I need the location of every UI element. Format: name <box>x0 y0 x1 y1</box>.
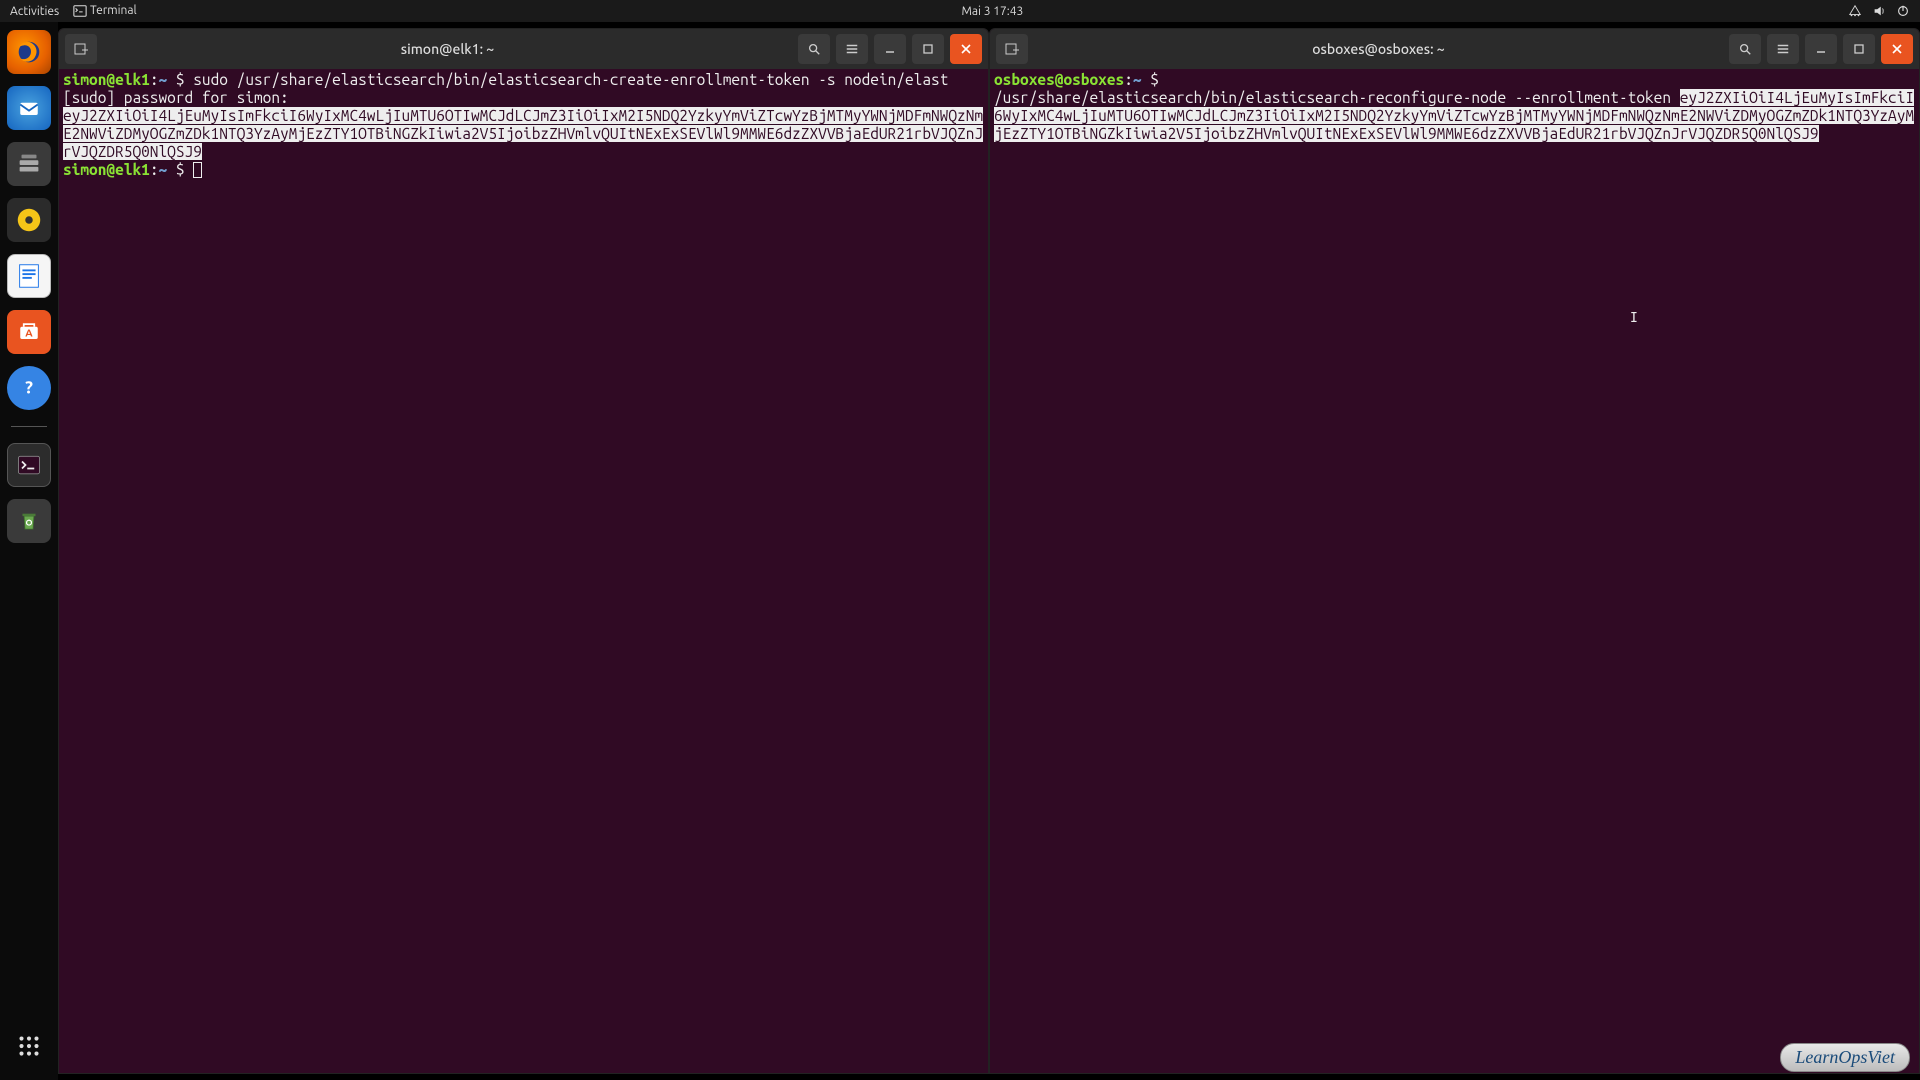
search-icon <box>807 42 821 56</box>
svg-text:?: ? <box>25 378 33 398</box>
maximize-button[interactable] <box>912 34 944 64</box>
desktop: simon@elk1: ~ simon@elk1:~ $ sudo /usr/s… <box>58 22 1920 1080</box>
new-tab-button[interactable] <box>996 34 1028 64</box>
terminal-icon <box>73 4 87 18</box>
ubuntu-software-icon: A <box>15 318 43 346</box>
minimize-button[interactable] <box>1805 34 1837 64</box>
show-applications[interactable] <box>7 1024 51 1068</box>
dock-trash[interactable] <box>7 499 51 543</box>
terminal-header-left: simon@elk1: ~ <box>59 29 988 69</box>
search-button[interactable] <box>798 34 830 64</box>
search-icon <box>1738 42 1752 56</box>
thunderbird-icon <box>15 94 43 122</box>
gnome-topbar: Activities Terminal Mai 3 17:43 <box>0 0 1920 22</box>
search-button[interactable] <box>1729 34 1761 64</box>
rhythmbox-icon <box>14 205 44 235</box>
dock-libreoffice-writer[interactable] <box>7 254 51 298</box>
files-icon <box>14 149 44 179</box>
sudo-password-line: [sudo] password for simon: <box>63 89 289 106</box>
prompt-path-2: ~ <box>159 161 168 178</box>
dock-rhythmbox[interactable] <box>7 198 51 242</box>
activities-button[interactable]: Activities <box>10 5 59 18</box>
clock[interactable]: Mai 3 17:43 <box>137 5 1848 18</box>
hamburger-icon <box>1776 42 1790 56</box>
maximize-button[interactable] <box>1843 34 1875 64</box>
libreoffice-writer-icon <box>14 261 44 291</box>
prompt-user: simon@elk1 <box>63 71 150 88</box>
minimize-icon <box>884 43 896 55</box>
cursor <box>193 162 202 178</box>
dock-firefox[interactable] <box>7 30 51 74</box>
minimize-icon <box>1815 43 1827 55</box>
close-icon <box>960 43 972 55</box>
command-line-1: sudo /usr/share/elasticsearch/bin/elasti… <box>193 71 948 88</box>
trash-icon <box>16 508 42 534</box>
command-prefix: /usr/share/elasticsearch/bin/elasticsear… <box>994 89 1680 106</box>
terminal-window-left: simon@elk1: ~ simon@elk1:~ $ sudo /usr/s… <box>58 28 989 1074</box>
terminal-body-right[interactable]: osboxes@osboxes:~ $ /usr/share/elasticse… <box>990 69 1919 145</box>
dock-separator <box>11 426 47 427</box>
close-icon <box>1891 43 1903 55</box>
firefox-icon <box>14 37 44 67</box>
active-app-label: Terminal <box>90 4 137 17</box>
minimize-button[interactable] <box>874 34 906 64</box>
help-icon: ? <box>16 375 42 401</box>
dock-ubuntu-software[interactable]: A <box>7 310 51 354</box>
prompt-path: ~ <box>1133 71 1142 88</box>
svg-text:A: A <box>25 326 33 338</box>
new-tab-icon <box>73 41 89 57</box>
power-icon[interactable] <box>1896 4 1910 18</box>
close-button[interactable] <box>950 34 982 64</box>
maximize-icon <box>922 43 934 55</box>
hamburger-icon <box>845 42 859 56</box>
terminal-window-right: osboxes@osboxes: ~ osboxes@osboxes:~ $ /… <box>989 28 1920 1074</box>
enrollment-token-output: eyJ2ZXIiOiI4LjEuMyIsImFkciI6WyIxMC4wLjIu… <box>63 107 983 160</box>
prompt-path: ~ <box>159 71 168 88</box>
terminal-title-left: simon@elk1: ~ <box>103 41 792 57</box>
terminal-title-right: osboxes@osboxes: ~ <box>1034 41 1723 57</box>
terminal-app-icon <box>15 451 43 479</box>
terminal-header-right: osboxes@osboxes: ~ <box>990 29 1919 69</box>
new-tab-icon <box>1004 41 1020 57</box>
apps-grid-icon <box>14 1031 44 1061</box>
close-button[interactable] <box>1881 34 1913 64</box>
terminal-body-left[interactable]: simon@elk1:~ $ sudo /usr/share/elasticse… <box>59 69 988 181</box>
menu-button[interactable] <box>1767 34 1799 64</box>
active-app-indicator[interactable]: Terminal <box>73 4 136 18</box>
watermark: LearnOpsViet <box>1780 1043 1910 1072</box>
dock-help[interactable]: ? <box>7 366 51 410</box>
dock-terminal[interactable] <box>7 443 51 487</box>
maximize-icon <box>1853 43 1865 55</box>
dock-files[interactable] <box>7 142 51 186</box>
text-cursor: I <box>1630 311 1638 326</box>
menu-button[interactable] <box>836 34 868 64</box>
volume-icon[interactable] <box>1872 4 1886 18</box>
prompt-user-2: simon@elk1 <box>63 161 150 178</box>
dock: A ? <box>0 22 58 1080</box>
new-tab-button[interactable] <box>65 34 97 64</box>
prompt-user: osboxes@osboxes <box>994 71 1124 88</box>
network-icon[interactable] <box>1848 4 1862 18</box>
dock-thunderbird[interactable] <box>7 86 51 130</box>
